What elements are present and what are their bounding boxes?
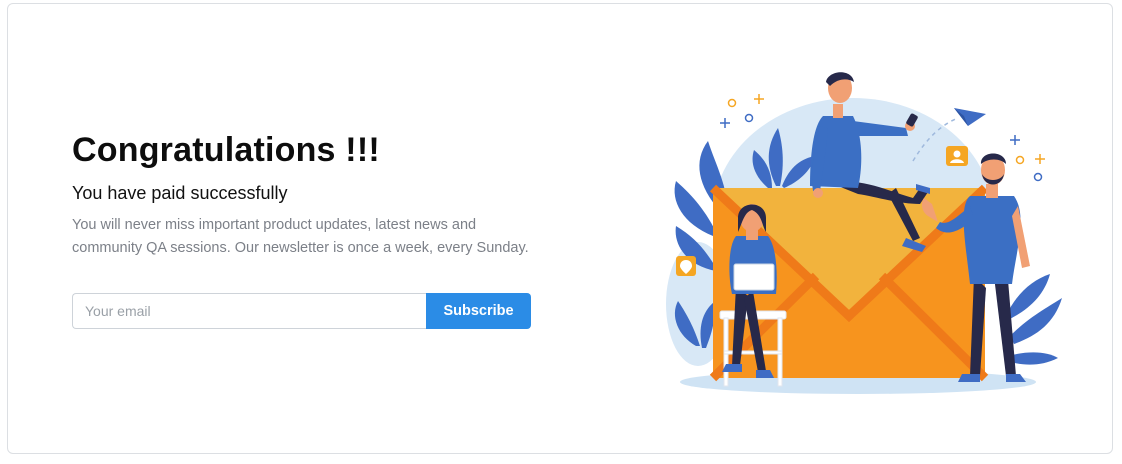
subscription-success-card: Congratulations !!! You have paid succes…	[7, 3, 1113, 454]
newsletter-description: You will never miss important product up…	[72, 216, 529, 256]
plant-right	[1006, 274, 1062, 365]
success-subtitle: You have paid successfully	[72, 182, 288, 203]
page-title: Congratulations !!!	[72, 131, 380, 169]
content-panel: Congratulations !!! You have paid succes…	[72, 130, 542, 329]
paper-plane-icon	[954, 108, 986, 126]
subscribe-button[interactable]: Subscribe	[426, 292, 531, 329]
newsletter-form: Subscribe	[72, 292, 531, 329]
newsletter-illustration	[666, 72, 1062, 394]
email-input[interactable]	[72, 292, 426, 329]
